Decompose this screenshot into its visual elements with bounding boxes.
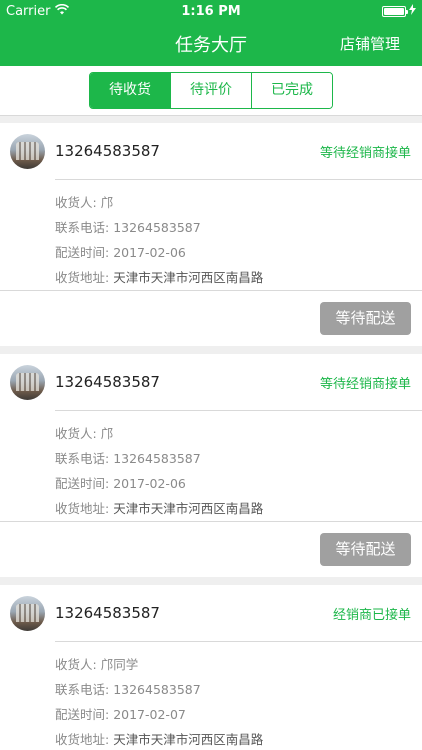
- wifi-icon: [55, 3, 70, 19]
- order-card[interactable]: 13264583587 经销商已接单 收货人: 邝同学 联系电话: 132645…: [0, 585, 422, 750]
- carrier-label: Carrier: [6, 3, 51, 19]
- order-footer: 等待配送: [0, 522, 422, 577]
- awaiting-delivery-button[interactable]: 等待配送: [320, 302, 411, 335]
- charging-icon: [409, 3, 416, 19]
- contact-row: 联系电话: 13264583587: [55, 677, 422, 702]
- address-row: 收货地址: 天津市天津市河西区南昌路: [55, 496, 422, 521]
- order-status: 经销商已接单: [332, 607, 411, 623]
- avatar: [10, 133, 45, 169]
- contact-row: 联系电话: 13264583587: [55, 215, 422, 240]
- address-label: 收货地址:: [55, 732, 110, 747]
- tab-completed[interactable]: 已完成: [252, 73, 332, 108]
- order-details: 收货人: 邝 联系电话: 13264583587 配送时间: 2017-02-0…: [0, 411, 422, 521]
- receiver-row: 收货人: 邝: [55, 190, 422, 215]
- shop-management-button[interactable]: 店铺管理: [340, 22, 400, 66]
- delivery-time-value: 2017-02-06: [113, 245, 186, 260]
- order-phone: 13264583587: [55, 373, 160, 391]
- battery-icon: [382, 5, 408, 17]
- order-header: 13264583587 等待经销商接单: [0, 354, 422, 410]
- receiver-label: 收货人:: [55, 195, 97, 210]
- order-list: 13264583587 等待经销商接单 收货人: 邝 联系电话: 1326458…: [0, 123, 422, 750]
- receiver-row: 收货人: 邝同学: [55, 652, 422, 677]
- page-title: 任务大厅: [175, 35, 247, 56]
- order-phone: 13264583587: [55, 604, 160, 622]
- address-value: 天津市天津市河西区南昌路: [113, 501, 264, 516]
- contact-label: 联系电话:: [55, 451, 110, 466]
- receiver-row: 收货人: 邝: [55, 421, 422, 446]
- tab-pending-receipt[interactable]: 待收货: [90, 73, 171, 108]
- receiver-value: 邝: [100, 195, 114, 210]
- order-details: 收货人: 邝 联系电话: 13264583587 配送时间: 2017-02-0…: [0, 180, 422, 290]
- delivery-time-row: 配送时间: 2017-02-07: [55, 702, 422, 727]
- order-card[interactable]: 13264583587 等待经销商接单 收货人: 邝 联系电话: 1326458…: [0, 123, 422, 346]
- contact-value: 13264583587: [113, 682, 201, 697]
- contact-row: 联系电话: 13264583587: [55, 446, 422, 471]
- order-status: 等待经销商接单: [319, 376, 411, 392]
- order-header: 13264583587 等待经销商接单: [0, 123, 422, 179]
- address-label: 收货地址:: [55, 270, 110, 285]
- address-row: 收货地址: 天津市天津市河西区南昌路: [55, 727, 422, 750]
- tab-bar: 待收货 待评价 已完成: [0, 66, 422, 116]
- receiver-label: 收货人:: [55, 657, 97, 672]
- awaiting-delivery-button[interactable]: 等待配送: [320, 533, 411, 566]
- address-label: 收货地址:: [55, 501, 110, 516]
- receiver-value: 邝同学: [100, 657, 139, 672]
- order-footer: 等待配送: [0, 291, 422, 346]
- order-details: 收货人: 邝同学 联系电话: 13264583587 配送时间: 2017-02…: [0, 642, 422, 750]
- segmented-control: 待收货 待评价 已完成: [89, 72, 333, 109]
- contact-label: 联系电话:: [55, 220, 110, 235]
- receiver-label: 收货人:: [55, 426, 97, 441]
- avatar: [10, 595, 45, 631]
- avatar: [10, 364, 45, 400]
- delivery-time-label: 配送时间:: [55, 245, 110, 260]
- address-value: 天津市天津市河西区南昌路: [113, 270, 264, 285]
- delivery-time-label: 配送时间:: [55, 707, 110, 722]
- address-row: 收货地址: 天津市天津市河西区南昌路: [55, 265, 422, 290]
- order-status: 等待经销商接单: [319, 145, 411, 161]
- receiver-value: 邝: [100, 426, 114, 441]
- order-card[interactable]: 13264583587 等待经销商接单 收货人: 邝 联系电话: 1326458…: [0, 354, 422, 577]
- delivery-time-row: 配送时间: 2017-02-06: [55, 240, 422, 265]
- status-bar: Carrier 1:16 PM: [0, 0, 422, 22]
- delivery-time-label: 配送时间:: [55, 476, 110, 491]
- tab-pending-review[interactable]: 待评价: [171, 73, 252, 108]
- contact-value: 13264583587: [113, 220, 201, 235]
- delivery-time-value: 2017-02-07: [113, 707, 186, 722]
- contact-value: 13264583587: [113, 451, 201, 466]
- order-header: 13264583587 经销商已接单: [0, 585, 422, 641]
- order-phone: 13264583587: [55, 142, 160, 160]
- delivery-time-value: 2017-02-06: [113, 476, 186, 491]
- address-value: 天津市天津市河西区南昌路: [113, 732, 264, 747]
- contact-label: 联系电话:: [55, 682, 110, 697]
- navigation-bar: 任务大厅 店铺管理: [0, 22, 422, 66]
- delivery-time-row: 配送时间: 2017-02-06: [55, 471, 422, 496]
